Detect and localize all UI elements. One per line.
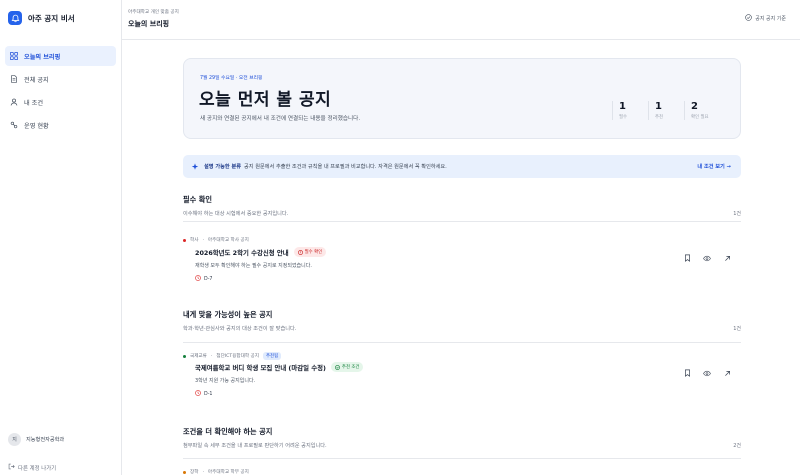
view-my-conditions-link[interactable]: 내 조건 보기 → bbox=[697, 163, 731, 170]
section-divider bbox=[183, 221, 741, 222]
breadcrumb: 아주대학교 개인 맞춤 공지 bbox=[128, 10, 179, 15]
status-badge: 필수 확인 bbox=[293, 247, 327, 257]
section-count: 1건 bbox=[733, 326, 741, 332]
banner-text: 공지 원문에서 추출한 조건과 규칙을 내 프로필과 비교합니다. 자격은 원문… bbox=[244, 164, 447, 170]
hero-title: 오늘 먼저 볼 공지 bbox=[199, 90, 332, 110]
user-name: 지능형전자공학과 bbox=[26, 436, 65, 443]
sidebar-item-all-notices[interactable]: 전체 공지 bbox=[5, 69, 116, 89]
alert-icon bbox=[297, 249, 303, 255]
recommended-tag: 추천됨 bbox=[263, 352, 282, 360]
check-circle-icon bbox=[745, 14, 752, 23]
hero-description: 새 공지와 연결된 공지에서 내 조건에 연결되는 내용을 정리했습니다. bbox=[200, 116, 361, 122]
section-description: 첨부파일 속 세부 조건을 내 프로필로 판단하기 어려운 공지입니다. bbox=[183, 443, 327, 449]
user-profile[interactable]: 지 지능형전자공학과 bbox=[8, 433, 64, 446]
section-required: 필수 확인 이수해야 하는 대상 시험에서 중요한 공지입니다. 1건 학사 ·… bbox=[183, 195, 741, 295]
notice-category: 장학 bbox=[190, 470, 199, 475]
sidebar-nav: 오늘의 브리핑 전체 공지 내 조건 운영 현황 bbox=[5, 46, 116, 138]
notice-deadline: D-1 bbox=[195, 390, 212, 398]
avatar: 지 bbox=[8, 433, 21, 446]
section-recommended: 내게 맞을 가능성이 높은 공지 학과·학년·관심사와 공지의 대상 조건이 잘… bbox=[183, 310, 741, 410]
sidebar-item-label: 운영 현황 bbox=[24, 122, 49, 130]
bookmark-icon[interactable] bbox=[683, 254, 691, 262]
app-name: 아주 공지 비서 bbox=[28, 13, 75, 23]
sidebar: 아주 공지 비서 오늘의 브리핑 전체 공지 내 조건 운영 현황 지 지능형전… bbox=[0, 0, 122, 475]
bookmark-icon[interactable] bbox=[683, 369, 691, 377]
stat-needs-check: 2 확인 필요 bbox=[684, 101, 720, 120]
notice-title[interactable]: 2026학년도 2학기 수강신청 안내 bbox=[195, 248, 289, 257]
chart-icon bbox=[10, 121, 18, 129]
bell-icon bbox=[8, 11, 22, 25]
section-divider bbox=[183, 458, 741, 459]
notice-criteria-button[interactable]: 공지 공지 기준 bbox=[745, 14, 786, 23]
notice-category: 학사 bbox=[190, 238, 199, 243]
section-description: 이수해야 하는 대상 시험에서 중요한 공지입니다. bbox=[183, 211, 289, 217]
category-dot bbox=[183, 238, 186, 242]
sidebar-item-operations[interactable]: 운영 현황 bbox=[5, 115, 116, 135]
sidebar-item-my-conditions[interactable]: 내 조건 bbox=[5, 92, 116, 112]
sidebar-item-label: 내 조건 bbox=[24, 99, 44, 107]
notice-criteria-label: 공지 공지 기준 bbox=[755, 16, 786, 22]
notice-category: 국제교류 bbox=[190, 354, 207, 359]
category-dot bbox=[183, 470, 186, 474]
clock-icon bbox=[195, 275, 201, 283]
page-title: 오늘의 브리핑 bbox=[128, 20, 170, 28]
logout-label: 다른 계정 나가기 bbox=[18, 465, 57, 472]
notice-card[interactable]: 학사 · 아주대학교 학사 공지 2026학년도 2학기 수강신청 안내 필수 … bbox=[183, 237, 741, 287]
status-badge: 추천 조건 bbox=[330, 362, 364, 372]
notice-card[interactable]: 국제교류 · 첨단ICT융합대학 공지 추천됨 국제여름학교 버디 학생 모집 … bbox=[183, 352, 741, 402]
check-icon bbox=[335, 364, 340, 370]
clock-icon bbox=[195, 390, 201, 398]
info-banner: 설명 가능한 분류 공지 원문에서 추출한 조건과 규칙을 내 프로필과 비교합… bbox=[183, 155, 741, 178]
notice-meta: 학사 · 아주대학교 학사 공지 bbox=[183, 237, 249, 243]
grid-icon bbox=[10, 52, 18, 60]
eye-icon[interactable] bbox=[703, 369, 711, 377]
section-count: 1건 bbox=[733, 211, 741, 217]
notice-actions bbox=[683, 369, 731, 377]
topbar: 아주대학교 개인 맞춤 공지 오늘의 브리핑 공지 공지 기준 bbox=[122, 0, 800, 40]
notice-title[interactable]: 국제여름학교 버디 학생 모집 안내 (마감일 수정) bbox=[195, 363, 326, 372]
notice-meta: 장학 · 아주대학교 학부 공지 bbox=[183, 469, 249, 475]
section-title: 조건을 더 확인해야 하는 공지 bbox=[183, 427, 273, 436]
notice-source: 아주대학교 학사 공지 bbox=[207, 238, 249, 243]
section-count: 2건 bbox=[733, 443, 741, 449]
sidebar-item-label: 오늘의 브리핑 bbox=[24, 53, 61, 61]
section-title: 내게 맞을 가능성이 높은 공지 bbox=[183, 310, 273, 319]
section-divider bbox=[183, 342, 741, 343]
banner-heading: 설명 가능한 분류 bbox=[204, 164, 242, 170]
document-icon bbox=[10, 75, 18, 83]
notice-card[interactable]: 장학 · 아주대학교 학부 공지 bbox=[183, 469, 741, 475]
notice-source: 첨단ICT융합대학 공지 bbox=[216, 354, 260, 359]
external-link-icon[interactable] bbox=[723, 369, 731, 377]
sidebar-item-briefing[interactable]: 오늘의 브리핑 bbox=[5, 46, 116, 66]
logout-button[interactable]: 다른 계정 나가기 bbox=[8, 463, 56, 472]
external-link-icon[interactable] bbox=[723, 254, 731, 262]
eye-icon[interactable] bbox=[703, 254, 711, 262]
notice-actions bbox=[683, 254, 731, 262]
notice-source: 아주대학교 학부 공지 bbox=[207, 470, 249, 475]
briefing-hero: 7월 29일 수요일 · 오전 브리핑 오늘 먼저 볼 공지 새 공지와 연결된… bbox=[183, 58, 741, 139]
section-needs-check: 조건을 더 확인해야 하는 공지 첨부파일 속 세부 조건을 내 프로필로 판단… bbox=[183, 427, 741, 475]
logout-icon bbox=[8, 463, 15, 472]
notice-deadline: D-7 bbox=[195, 275, 212, 283]
briefing-stats: 1 필수 1 추천 2 확인 필요 bbox=[612, 101, 720, 120]
section-description: 학과·학년·관심사와 공지의 대상 조건이 잘 맞습니다. bbox=[183, 326, 297, 332]
notice-description: 재학생 모두 확인해야 하는 필수 공지로 지정되었습니다. bbox=[195, 263, 312, 269]
category-dot bbox=[183, 354, 186, 358]
section-title: 필수 확인 bbox=[183, 195, 212, 204]
hero-date: 7월 29일 수요일 · 오전 브리핑 bbox=[200, 76, 263, 81]
user-icon bbox=[10, 98, 18, 106]
brand[interactable]: 아주 공지 비서 bbox=[8, 11, 75, 25]
notice-meta: 국제교류 · 첨단ICT융합대학 공지 추천됨 bbox=[183, 352, 282, 360]
stat-recommended: 1 추천 bbox=[648, 101, 684, 120]
notice-description: 3학년 지원 가능 공지입니다. bbox=[195, 378, 256, 384]
stat-required: 1 필수 bbox=[612, 101, 648, 120]
sidebar-item-label: 전체 공지 bbox=[24, 76, 49, 84]
sparkle-icon bbox=[191, 162, 199, 171]
